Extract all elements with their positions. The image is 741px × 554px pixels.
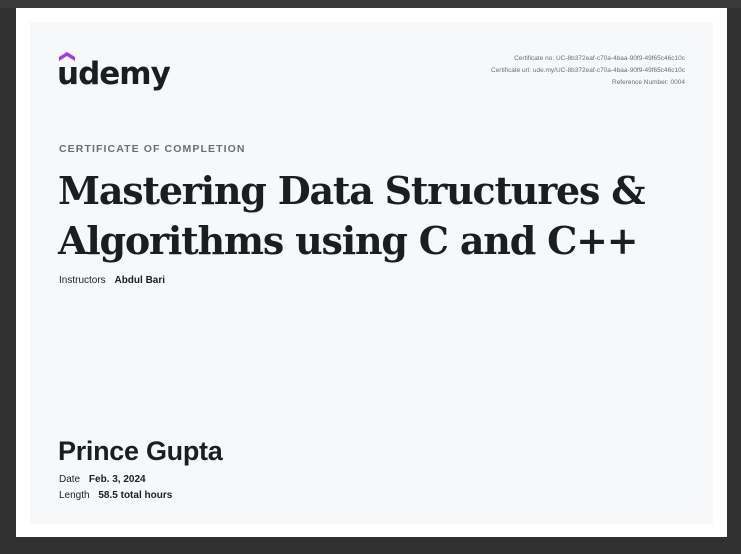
date-value: Feb. 3, 2024 bbox=[88, 474, 146, 485]
certificate-meta: Certificate no: UC-8b372eaf-c70a-4baa-90… bbox=[491, 53, 685, 89]
reference-number: Reference Number: 0004 bbox=[612, 79, 685, 86]
date-line: Date Feb. 3, 2024 bbox=[59, 474, 146, 485]
udemy-logo: udemy bbox=[57, 50, 177, 100]
instructors-label: Instructors bbox=[59, 275, 106, 286]
logo-wordmark: udemy bbox=[57, 56, 171, 92]
length-label: Length bbox=[59, 490, 90, 501]
document-page: udemy Certificate no: UC-8b372eaf-c70a-4… bbox=[16, 8, 727, 537]
certificate-url: Certificate url: ude.my/UC-8b372eaf-c70a… bbox=[490, 67, 685, 74]
course-title: Mastering Data Structures & Algorithms u… bbox=[58, 168, 646, 263]
length-line: Length 58.5 total hours bbox=[59, 490, 172, 501]
instructors-value: Abdul Bari bbox=[114, 275, 166, 286]
instructors-line: Instructors Abdul Bari bbox=[59, 275, 165, 286]
date-label: Date bbox=[59, 474, 81, 485]
certificate: udemy Certificate no: UC-8b372eaf-c70a-4… bbox=[30, 22, 713, 524]
certificate-number: Certificate no: UC-8b372eaf-c70a-4baa-90… bbox=[514, 55, 685, 62]
viewer-toolbar bbox=[0, 0, 741, 8]
recipient-name: Prince Gupta bbox=[58, 436, 223, 466]
length-value: 58.5 total hours bbox=[98, 490, 173, 501]
certificate-eyebrow: CERTIFICATE OF COMPLETION bbox=[59, 143, 246, 155]
